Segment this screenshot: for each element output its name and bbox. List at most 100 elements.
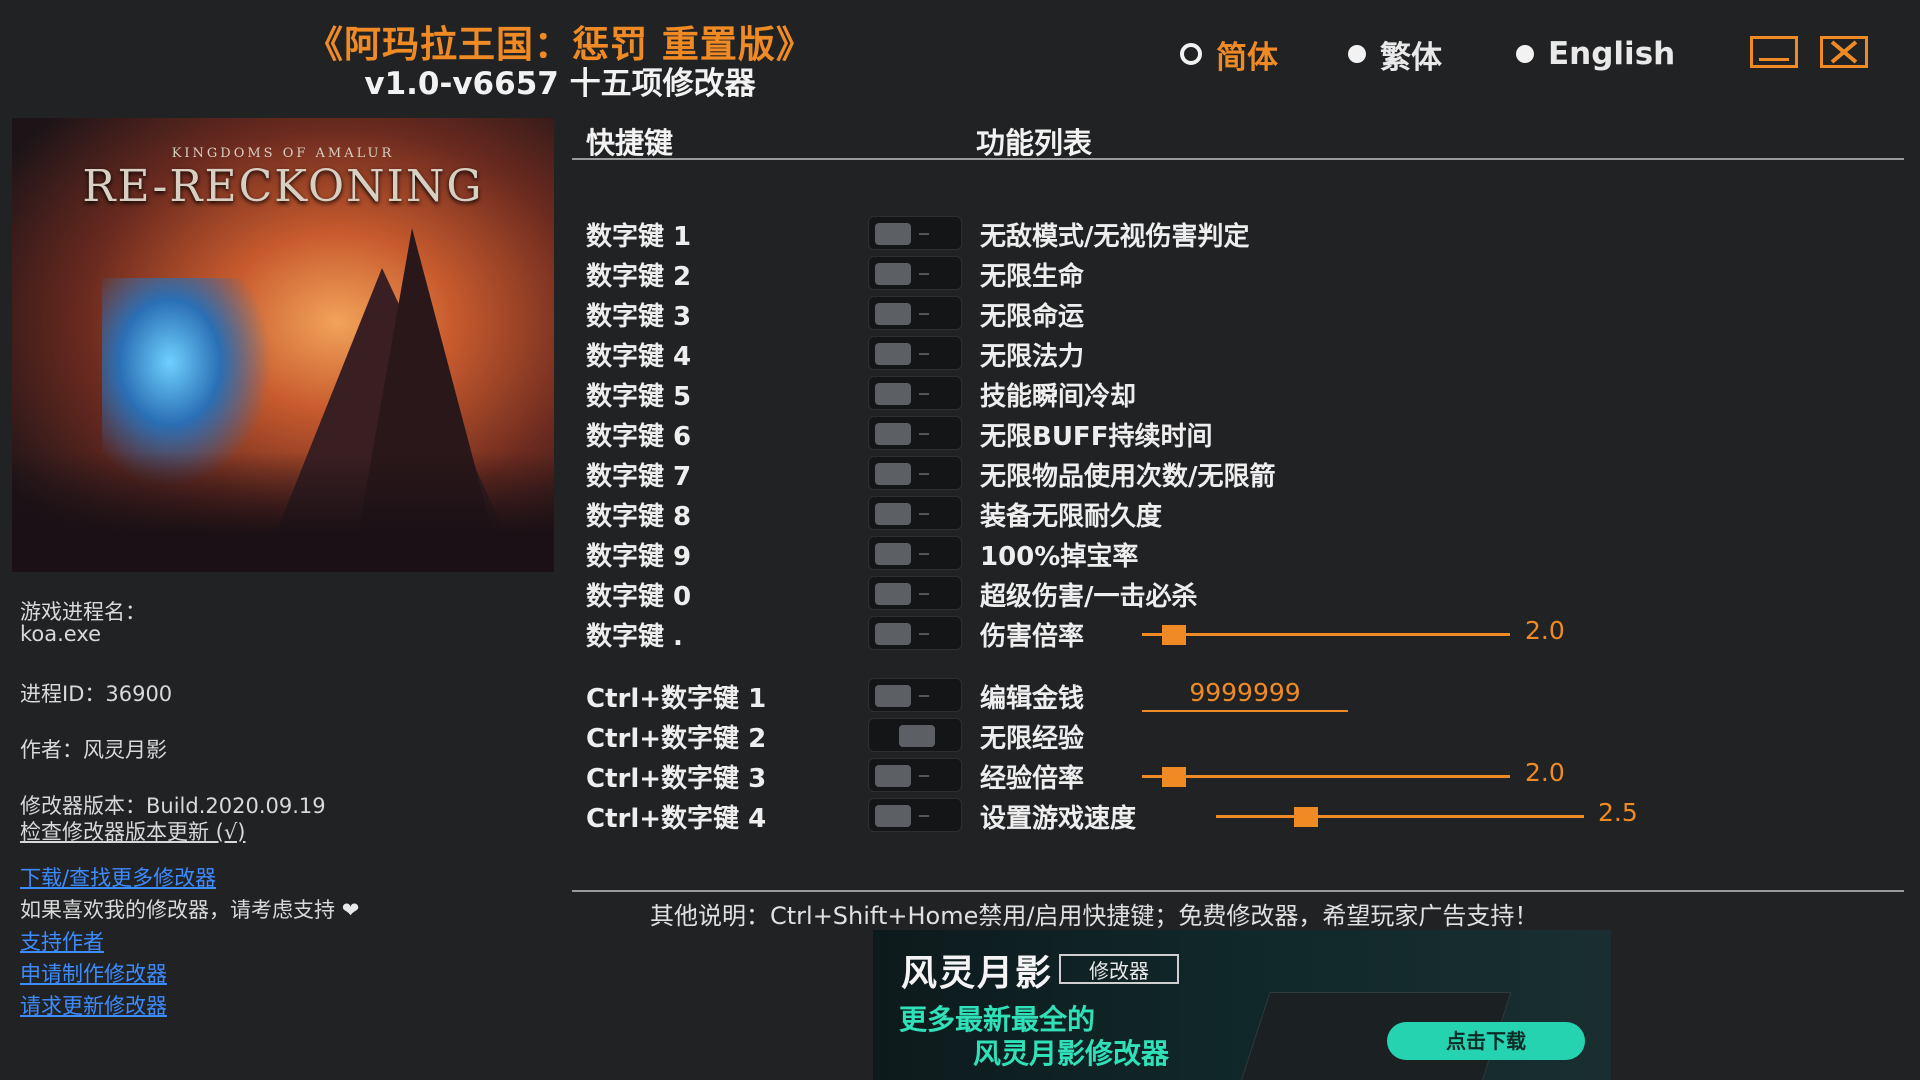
cheat-name: 技能瞬间冷却: [980, 382, 1137, 412]
slider-value: 2.0: [1525, 758, 1565, 787]
cheat-name: 装备无限耐久度: [980, 502, 1163, 532]
support-text: 如果喜欢我的修改器，请考虑支持: [20, 898, 335, 922]
radio-selected-icon: [1180, 43, 1202, 65]
cheat-row: 数字键 5 技能瞬间冷却: [586, 376, 1686, 412]
cheat-toggle[interactable]: [868, 616, 962, 650]
cheat-toggle[interactable]: [868, 798, 962, 832]
ad-banner[interactable]: 风灵月影 修改器 更多最新最全的 风灵月影修改器 点击下载: [873, 930, 1611, 1080]
minimize-button[interactable]: [1750, 36, 1798, 68]
ad-brand: 风灵月影: [901, 952, 1054, 994]
cheat-toggle[interactable]: [868, 758, 962, 792]
close-button[interactable]: [1820, 36, 1868, 68]
hotkey-label: 数字键 .: [586, 622, 683, 652]
damage-multiplier-slider[interactable]: [1142, 633, 1510, 636]
game-logo: KINGDOMS OF AMALUR RE-RECKONING: [12, 146, 554, 212]
process-name: koa.exe: [20, 622, 102, 646]
exp-multiplier-slider[interactable]: [1142, 775, 1510, 778]
cheat-row: 数字键 7 无限物品使用次数/无限箭: [586, 456, 1686, 492]
cheat-toggle[interactable]: [868, 678, 962, 712]
slider-value: 2.0: [1525, 616, 1565, 645]
game-speed-slider[interactable]: [1216, 815, 1584, 818]
slider-value: 2.5: [1598, 798, 1638, 827]
trainer-subtitle: v1.0-v6657 十五项修改器: [364, 66, 756, 102]
request-make-link[interactable]: 申请制作修改器: [20, 958, 167, 988]
hotkey-label: Ctrl+数字键 2: [586, 724, 767, 754]
lang-label: 繁体: [1380, 39, 1442, 76]
cheat-row: 数字键 6 无限BUFF持续时间: [586, 416, 1686, 452]
cheat-toggle[interactable]: [868, 576, 962, 610]
hotkey-label: 数字键 6: [586, 422, 692, 452]
cheat-toggle[interactable]: [868, 456, 962, 490]
radio-icon: [1516, 45, 1534, 63]
check-update-link[interactable]: 检查修改器版本更新 (√): [20, 816, 245, 846]
lang-option-english[interactable]: English: [1516, 34, 1675, 74]
cheat-name: 经验倍率: [980, 764, 1085, 794]
hotkey-column-header: 快捷键: [586, 126, 674, 160]
cheat-toggle[interactable]: [868, 296, 962, 330]
lang-option-traditional[interactable]: 繁体: [1348, 34, 1442, 76]
cheat-name: 无限物品使用次数/无限箭: [980, 462, 1276, 492]
cheat-toggle[interactable]: [868, 416, 962, 450]
money-input[interactable]: 9999999: [1142, 678, 1348, 712]
cheat-row: 数字键 . 伤害倍率 2.0: [586, 616, 1686, 652]
author: 作者：风灵月影: [20, 738, 167, 762]
support-author-link[interactable]: 支持作者: [20, 926, 104, 956]
cheat-name: 无限生命: [980, 262, 1085, 292]
more-trainers-link[interactable]: 下载/查找更多修改器: [20, 862, 216, 892]
footer-note: 其他说明：Ctrl+Shift+Home禁用/启用快捷键；免费修改器，希望玩家广…: [650, 902, 1539, 930]
cheat-name: 设置游戏速度: [980, 804, 1137, 834]
hotkey-label: 数字键 4: [586, 342, 692, 372]
cheat-name: 无限命运: [980, 302, 1085, 332]
hotkey-label: 数字键 3: [586, 302, 692, 332]
cheat-row: 数字键 4 无限法力: [586, 336, 1686, 372]
hotkey-label: 数字键 0: [586, 582, 692, 612]
cheat-row: 数字键 2 无限生命: [586, 256, 1686, 292]
cheat-toggle[interactable]: [868, 496, 962, 530]
cheat-name: 超级伤害/一击必杀: [980, 582, 1198, 612]
hotkey-label: Ctrl+数字键 4: [586, 804, 767, 834]
cheat-row: Ctrl+数字键 1 编辑金钱 9999999: [586, 678, 1686, 714]
hotkey-label: Ctrl+数字键 1: [586, 684, 767, 714]
request-update-link[interactable]: 请求更新修改器: [20, 990, 167, 1020]
cheat-toggle[interactable]: [868, 216, 962, 250]
cheat-toggle[interactable]: [868, 256, 962, 290]
hotkey-label: 数字键 1: [586, 222, 692, 252]
cheat-name: 100%掉宝率: [980, 542, 1139, 572]
lang-label: 简体: [1216, 39, 1278, 76]
function-column-header: 功能列表: [976, 126, 1093, 160]
download-button[interactable]: 点击下载: [1387, 1022, 1585, 1060]
hotkey-label: Ctrl+数字键 3: [586, 764, 767, 794]
header-divider: [572, 158, 1904, 160]
slider-thumb[interactable]: [1162, 625, 1186, 645]
lang-label: English: [1548, 36, 1676, 72]
hotkey-label: 数字键 9: [586, 542, 692, 572]
cheat-toggle[interactable]: [868, 536, 962, 570]
slider-thumb[interactable]: [1294, 807, 1318, 827]
cheat-row: 数字键 3 无限命运: [586, 296, 1686, 332]
cheat-name: 无限BUFF持续时间: [980, 422, 1213, 452]
cheat-name: 编辑金钱: [980, 684, 1085, 714]
hotkey-label: 数字键 7: [586, 462, 692, 492]
cheat-name: 伤害倍率: [980, 622, 1085, 652]
cheat-name: 无限经验: [980, 724, 1085, 754]
cheat-row: Ctrl+数字键 4 设置游戏速度 2.5: [586, 798, 1686, 834]
cheat-row: 数字键 9 100%掉宝率: [586, 536, 1686, 572]
cheat-toggle[interactable]: [868, 718, 962, 752]
cheat-row: 数字键 0 超级伤害/一击必杀: [586, 576, 1686, 612]
hotkey-label: 数字键 2: [586, 262, 692, 292]
slider-thumb[interactable]: [1162, 767, 1186, 787]
lang-option-simplified[interactable]: 简体: [1180, 34, 1278, 76]
support-text-row: 如果喜欢我的修改器，请考虑支持 ❤: [20, 894, 359, 924]
logo-big: RE-RECKONING: [82, 161, 484, 212]
heart-icon: ❤: [341, 898, 360, 922]
cheat-toggle[interactable]: [868, 376, 962, 410]
logo-small: KINGDOMS OF AMALUR: [171, 146, 395, 161]
process-id: 进程ID：36900: [20, 682, 173, 706]
cheat-toggle[interactable]: [868, 336, 962, 370]
cheat-name: 无敌模式/无视伤害判定: [980, 222, 1250, 252]
cheat-row: 数字键 8 装备无限耐久度: [586, 496, 1686, 532]
ad-headline-2: 风灵月影修改器: [973, 1037, 1170, 1070]
cheat-name: 无限法力: [980, 342, 1085, 372]
game-cover-image: KINGDOMS OF AMALUR RE-RECKONING: [12, 118, 554, 572]
footer-divider: [572, 890, 1904, 892]
